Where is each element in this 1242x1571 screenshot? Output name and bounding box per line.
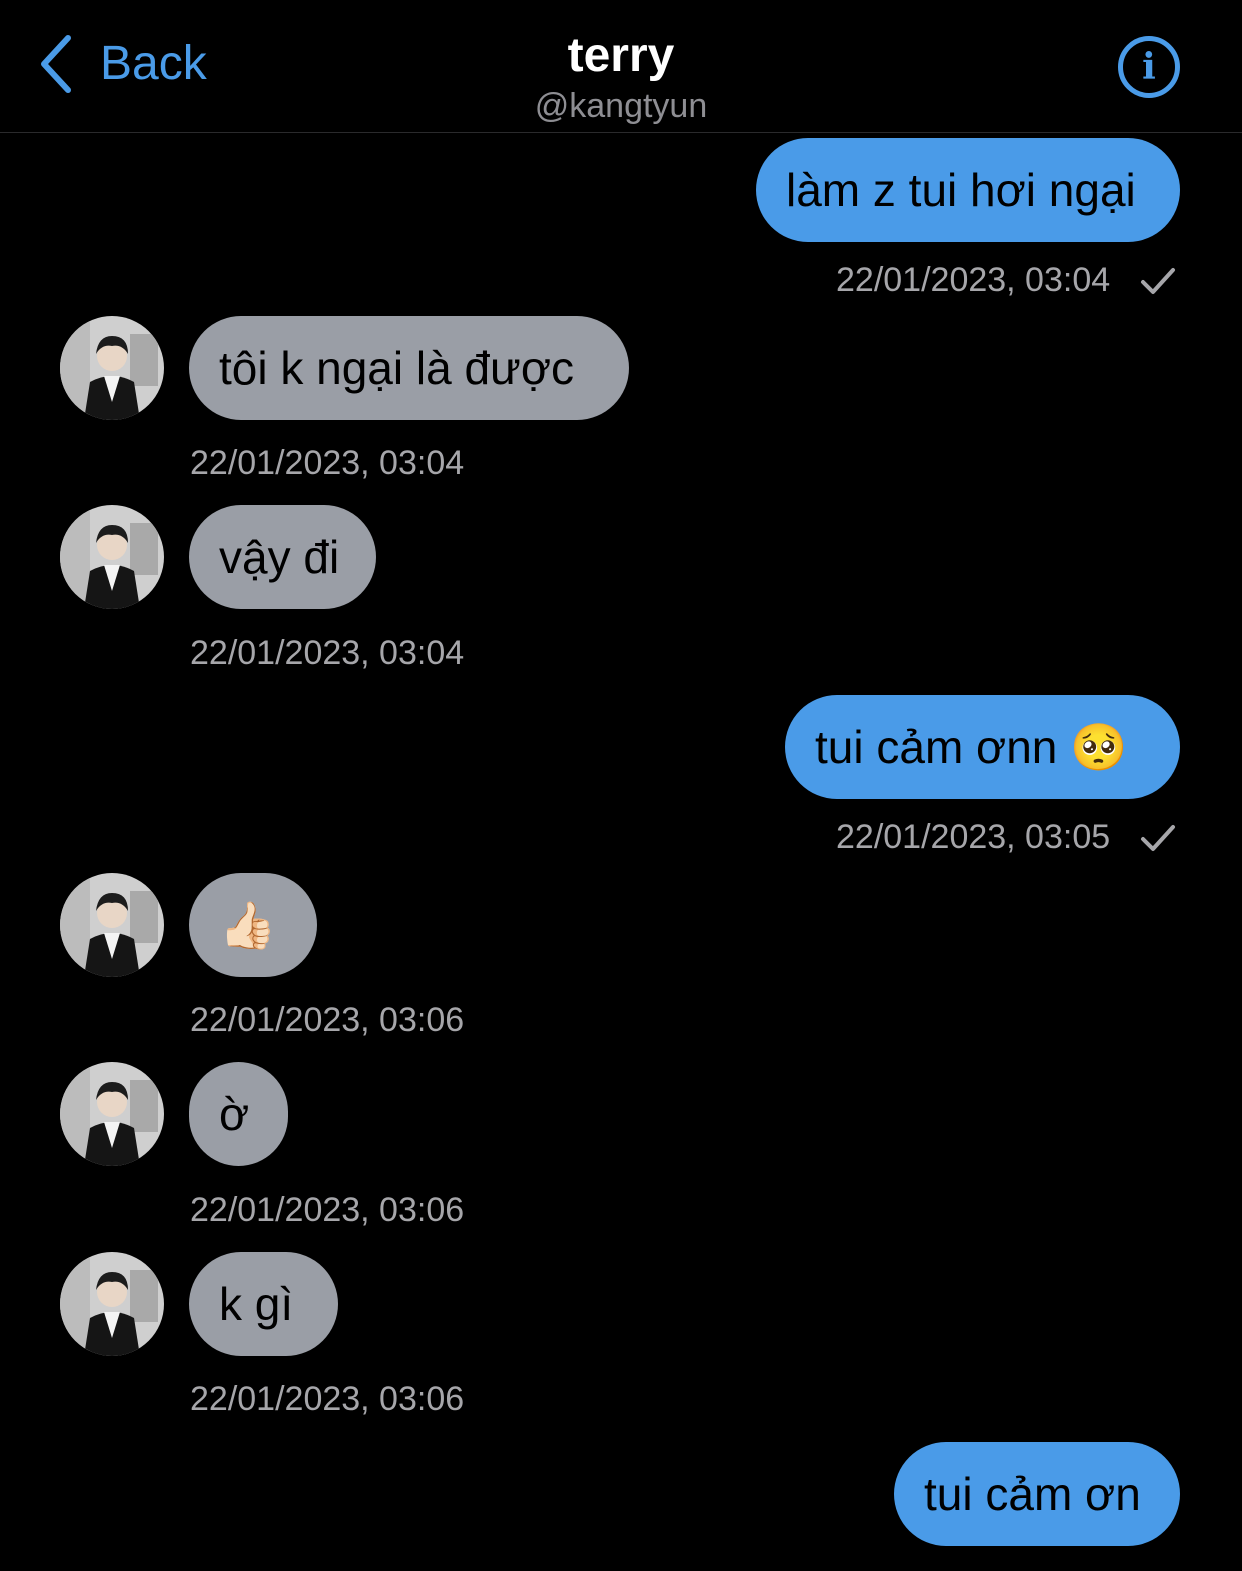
avatar[interactable]	[60, 873, 164, 977]
incoming-message-bubble[interactable]: vậy đi	[189, 505, 376, 609]
message-text: 👍🏻	[219, 898, 277, 951]
message-timestamp: 22/01/2023, 03:04	[190, 634, 465, 672]
info-button[interactable]: i	[1118, 36, 1180, 98]
avatar[interactable]	[60, 316, 164, 420]
message-timestamp: 22/01/2023, 03:04	[190, 444, 465, 482]
avatar-image	[60, 505, 164, 609]
message-timestamp: 22/01/2023, 03:06	[190, 1191, 465, 1229]
message-text: vậy đi	[219, 531, 340, 583]
message-text: tui cảm ơnn 🥺	[815, 720, 1128, 773]
incoming-message-bubble[interactable]: k gì	[189, 1252, 338, 1356]
outgoing-message-bubble[interactable]: tui cảm ơn	[894, 1442, 1180, 1546]
message-timestamp: 22/01/2023, 03:05	[836, 818, 1111, 856]
conversation-title: terry	[567, 29, 675, 82]
info-icon: i	[1142, 46, 1156, 88]
outgoing-message-bubble[interactable]: làm z tui hơi ngại	[756, 138, 1180, 242]
avatar-image	[60, 316, 164, 420]
message-text: tui cảm ơn	[924, 1468, 1141, 1520]
message-text: ờ	[219, 1088, 250, 1140]
avatar[interactable]	[60, 505, 164, 609]
incoming-message-bubble[interactable]: ờ	[189, 1062, 288, 1166]
avatar-image	[60, 873, 164, 977]
avatar[interactable]	[60, 1062, 164, 1166]
avatar-image	[60, 1062, 164, 1166]
message-text: tôi k ngại là được	[219, 342, 575, 394]
message-timestamp: 22/01/2023, 03:06	[190, 1001, 465, 1039]
conversation-handle: @kangtyun	[534, 87, 708, 125]
checkmark-icon	[1141, 825, 1175, 851]
incoming-message-bubble[interactable]: tôi k ngại là được	[189, 316, 629, 420]
message-text: k gì	[219, 1278, 294, 1330]
message-timestamp: 22/01/2023, 03:06	[190, 1380, 465, 1418]
outgoing-message-bubble[interactable]: tui cảm ơnn 🥺	[785, 695, 1180, 799]
checkmark-icon	[1141, 268, 1175, 294]
incoming-message-bubble[interactable]: 👍🏻	[189, 873, 317, 977]
chat-header: Back terry @kangtyun i	[0, 0, 1242, 133]
avatar[interactable]	[60, 1252, 164, 1356]
message-timestamp: 22/01/2023, 03:04	[836, 261, 1111, 299]
message-text: làm z tui hơi ngại	[786, 164, 1136, 216]
avatar-image	[60, 1252, 164, 1356]
